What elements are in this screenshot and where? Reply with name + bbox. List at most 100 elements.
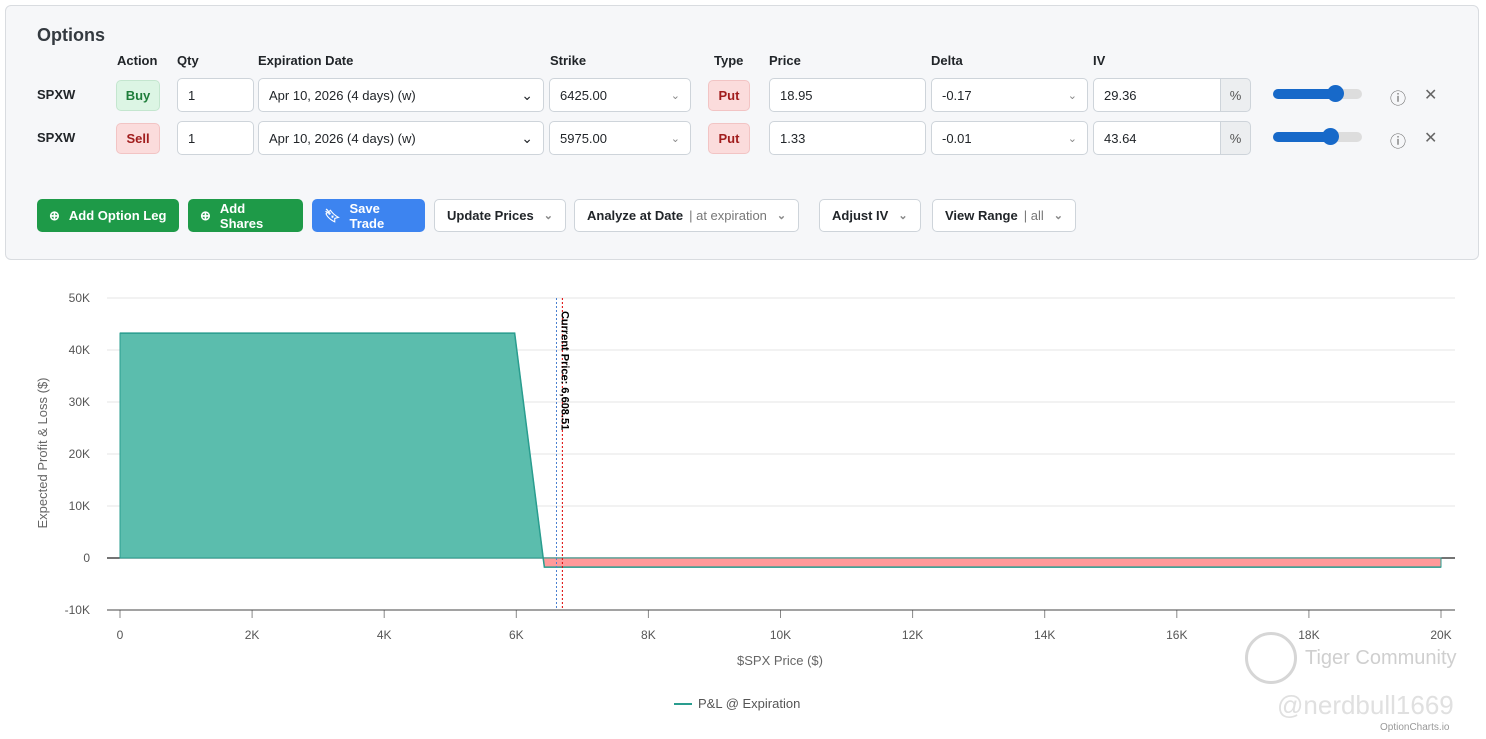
x-tick-label: 0 — [117, 628, 124, 642]
header-action: Action — [117, 53, 158, 68]
adjust-iv-dropdown[interactable]: Adjust IV ⌄ — [819, 199, 921, 232]
y-tick-label: -10K — [65, 603, 90, 617]
y-tick-label: 20K — [69, 447, 90, 461]
header-price: Price — [769, 53, 801, 68]
chevron-down-icon: ⌄ — [521, 129, 533, 146]
profit-area — [119, 332, 544, 559]
iv-slider[interactable] — [1273, 85, 1362, 102]
current-price-label: Current Price: 6,608.51 — [558, 311, 570, 430]
options-panel: Options Action Qty Expiration Date Strik… — [5, 5, 1479, 260]
add-option-leg-label: Add Option Leg — [68, 208, 167, 223]
header-qty: Qty — [177, 53, 199, 68]
slider-thumb[interactable] — [1327, 85, 1344, 102]
type-toggle[interactable]: Put — [708, 80, 750, 111]
y-tick-label: 10K — [69, 499, 90, 513]
info-icon[interactable]: ⓘ — [1390, 85, 1406, 109]
info-icon[interactable]: ⓘ — [1390, 128, 1406, 152]
chevron-down-icon: ⌄ — [670, 132, 680, 145]
iv-value: 29.36 — [1104, 87, 1137, 103]
view-range-value: | all — [1023, 208, 1044, 223]
x-tick-label: 4K — [377, 628, 392, 642]
iv-unit: % — [1220, 78, 1251, 112]
update-prices-label: Update Prices — [447, 208, 534, 223]
strike-value: 6425.00 — [560, 87, 607, 103]
analyze-at-date-dropdown[interactable]: Analyze at Date | at expiration ⌄ — [574, 199, 800, 232]
save-trade-label: Save Trade — [349, 200, 385, 231]
iv-slider[interactable] — [1273, 128, 1362, 145]
action-toggle[interactable]: Sell — [116, 123, 160, 154]
header-delta: Delta — [931, 53, 963, 68]
x-tick-label: 20K — [1430, 628, 1451, 642]
loss-area — [542, 557, 1442, 568]
view-range-label: View Range — [945, 208, 1018, 223]
view-range-dropdown[interactable]: View Range | all ⌄ — [932, 199, 1076, 232]
expiration-value: Apr 10, 2026 (4 days) (w) — [269, 87, 416, 103]
analyze-value: | at expiration — [689, 208, 767, 223]
bookmark-icon: 🔖︎ — [324, 207, 341, 223]
watermark-site: OptionCharts.io — [1380, 722, 1450, 733]
expiration-select[interactable]: Apr 10, 2026 (4 days) (w) ⌄ — [258, 121, 544, 155]
header-strike: Strike — [550, 53, 587, 68]
chevron-down-icon: ⌄ — [543, 210, 553, 222]
x-tick-label: 10K — [770, 628, 791, 642]
update-prices-dropdown[interactable]: Update Prices ⌄ — [434, 199, 566, 232]
iv-value: 43.64 — [1104, 130, 1137, 146]
y-tick-label: 30K — [69, 395, 90, 409]
save-trade-button[interactable]: 🔖︎ Save Trade — [312, 199, 425, 232]
iv-input[interactable]: 43.64 — [1093, 121, 1221, 155]
watermark-user: @nerdbull1669 — [1277, 690, 1454, 720]
leg-row: SPXW Buy 1 Apr 10, 2026 (4 days) (w) ⌄ 64… — [6, 78, 1478, 112]
header-type: Type — [714, 53, 744, 68]
type-toggle[interactable]: Put — [708, 123, 750, 154]
adjust-iv-label: Adjust IV — [832, 208, 889, 223]
qty-input[interactable]: 1 — [177, 121, 254, 155]
expiration-select[interactable]: Apr 10, 2026 (4 days) (w) ⌄ — [258, 78, 544, 112]
strike-select[interactable]: 6425.00 ⌄ — [549, 78, 691, 112]
panel-title: Options — [37, 25, 105, 45]
x-axis-label: $SPX Price ($) — [737, 653, 823, 668]
x-tick-label: 18K — [1298, 628, 1319, 642]
chevron-down-icon: ⌄ — [776, 210, 787, 222]
y-tick-label: 50K — [69, 291, 90, 305]
qty-value: 1 — [188, 130, 196, 146]
close-icon[interactable]: ✕ — [1424, 85, 1437, 105]
slider-thumb[interactable] — [1322, 128, 1339, 145]
delta-value: -0.01 — [942, 130, 972, 146]
add-shares-label: Add Shares — [219, 200, 264, 231]
leg-row: SPXW Sell 1 Apr 10, 2026 (4 days) (w) ⌄ 5… — [6, 121, 1478, 155]
qty-input[interactable]: 1 — [177, 78, 254, 112]
y-axis-label: Expected Profit & Loss ($) — [35, 377, 50, 528]
chevron-down-icon: ⌄ — [1067, 89, 1077, 102]
chevron-down-icon: ⌄ — [1067, 132, 1077, 145]
action-toggle[interactable]: Buy — [116, 80, 160, 111]
iv-unit: % — [1220, 121, 1251, 155]
add-shares-button[interactable]: ⊕ Add Shares — [188, 199, 303, 232]
x-tick-label: 12K — [902, 628, 923, 642]
close-icon[interactable]: ✕ — [1424, 128, 1437, 148]
analyze-label: Analyze at Date — [587, 208, 684, 223]
price-value: 18.95 — [780, 87, 813, 103]
delta-select[interactable]: -0.17 ⌄ — [931, 78, 1088, 112]
header-iv: IV — [1093, 53, 1106, 68]
x-tick-label: 6K — [509, 628, 524, 642]
iv-input[interactable]: 29.36 — [1093, 78, 1221, 112]
y-tick-label: 0 — [83, 551, 90, 565]
tiger-logo-icon — [1245, 632, 1297, 684]
expiration-value: Apr 10, 2026 (4 days) (w) — [269, 130, 416, 146]
legend-label[interactable]: P&L @ Expiration — [698, 696, 800, 711]
plus-circle-icon: ⊕ — [49, 207, 60, 223]
qty-value: 1 — [188, 87, 196, 103]
header-expiration: Expiration Date — [258, 53, 354, 68]
leg-symbol: SPXW — [37, 130, 76, 145]
x-tick-label: 2K — [245, 628, 260, 642]
plus-circle-icon: ⊕ — [200, 207, 211, 223]
add-option-leg-button[interactable]: ⊕ Add Option Leg — [37, 199, 179, 232]
chevron-down-icon: ⌄ — [670, 89, 680, 102]
delta-select[interactable]: -0.01 ⌄ — [931, 121, 1088, 155]
x-tick-label: 8K — [641, 628, 656, 642]
price-input[interactable]: 18.95 — [769, 78, 926, 112]
price-input[interactable]: 1.33 — [769, 121, 926, 155]
watermark-brand: Tiger Community — [1305, 647, 1457, 669]
strike-select[interactable]: 5975.00 ⌄ — [549, 121, 691, 155]
chevron-down-icon: ⌄ — [1053, 210, 1063, 222]
